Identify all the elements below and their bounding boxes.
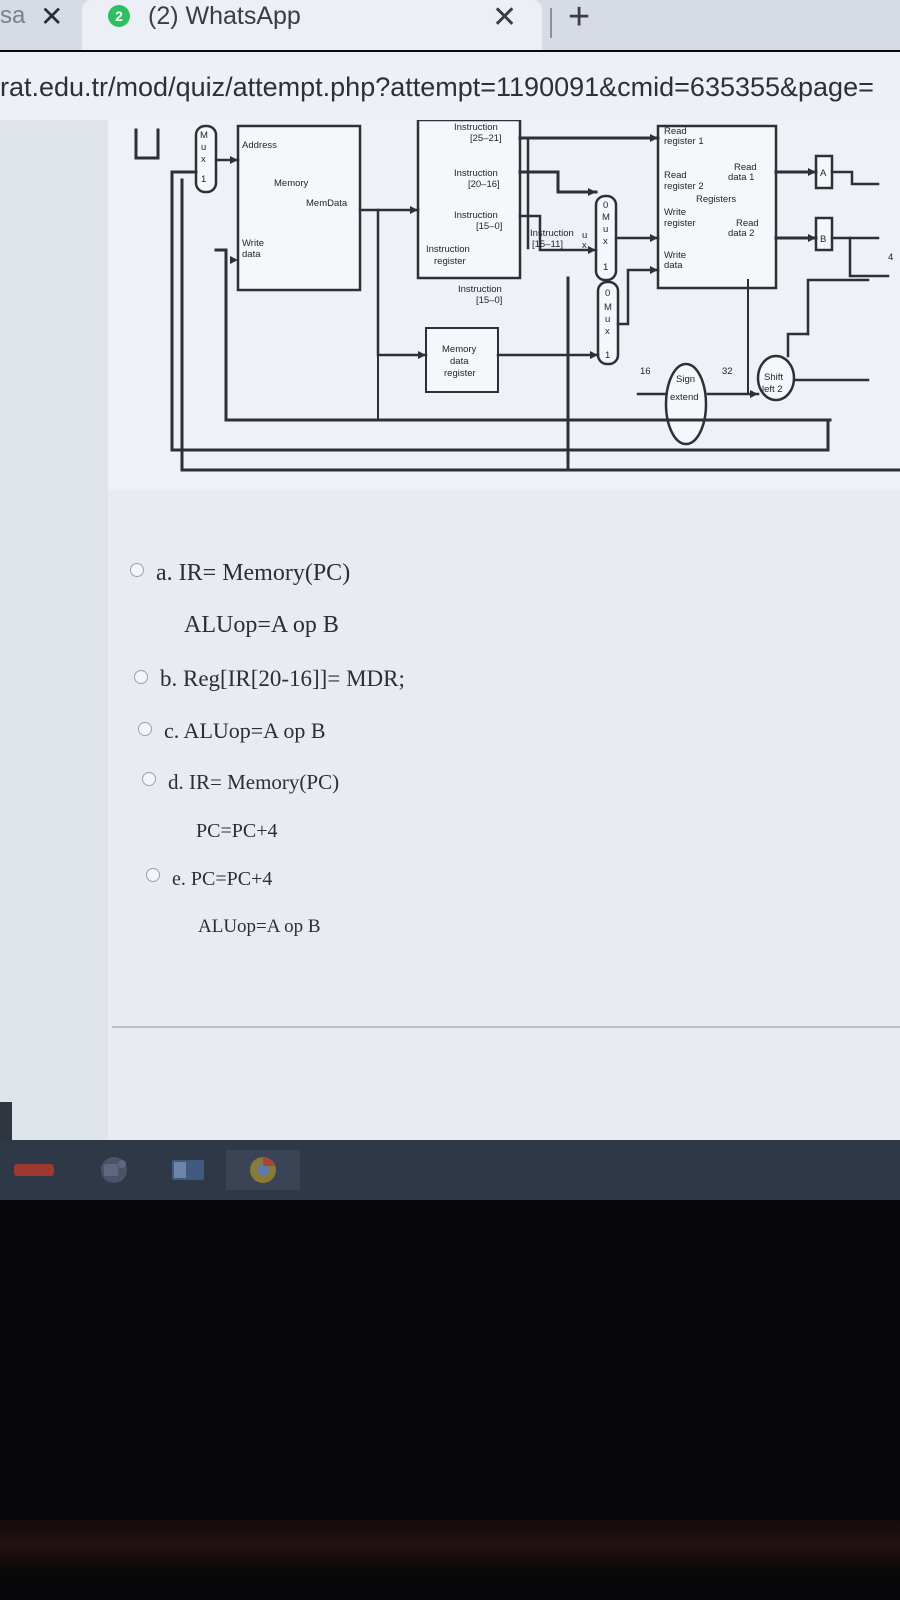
mux-mid2-x: x: [605, 326, 610, 337]
app-icon[interactable]: [12, 1150, 56, 1190]
ir-field-5b: [15–11]: [532, 239, 563, 250]
memdata-label: MemData: [306, 198, 348, 209]
option-e-line-2: ALUop=A op B: [198, 916, 321, 937]
reg-rr2b: register 2: [664, 181, 704, 192]
ir-field-2: Instruction: [454, 168, 498, 179]
ir-field-5: Instruction: [530, 228, 574, 239]
mux-reg-x: x: [582, 240, 587, 251]
datapath-diagram: M u x 1 Address Memory MemData Write dat…: [108, 120, 900, 490]
teams-icon[interactable]: [92, 1150, 136, 1190]
option-a-line-1[interactable]: a. IR= Memory(PC): [156, 560, 350, 587]
reg-rd1b: data 1: [728, 172, 754, 183]
shift-left-label-2: left 2: [762, 384, 783, 395]
reg-rd2b: data 2: [728, 228, 754, 239]
outlook-icon[interactable]: [166, 1150, 210, 1190]
option-c-line-1[interactable]: c. ALUop=A op B: [164, 718, 326, 744]
bottom-reflection: [0, 1520, 900, 1570]
ir-field-3: Instruction: [454, 210, 498, 221]
ir-field-1: Instruction: [454, 122, 498, 133]
ir-reg-label: Instruction: [426, 244, 470, 255]
radio-option-b[interactable]: [134, 670, 148, 684]
mux-mid1-1: 1: [603, 262, 608, 273]
mdr-label-3: register: [444, 368, 476, 379]
tab-close-icon[interactable]: ✕: [40, 0, 63, 33]
mux-left-label-x: x: [201, 154, 206, 165]
shift-left-label-1: Shift: [764, 372, 783, 383]
sign-extend-in: 16: [640, 366, 651, 377]
url-text[interactable]: rat.edu.tr/mod/quiz/attempt.php?attempt=…: [0, 72, 874, 103]
mux-left-label-m: M: [200, 130, 208, 141]
reg-b-label: B: [820, 234, 826, 245]
reg-wrb: register: [664, 218, 696, 229]
taskbar-edge: [0, 1102, 12, 1142]
mux-mid2-1: 1: [605, 350, 610, 361]
reg-wdb: data: [664, 260, 683, 271]
mux-left-label-1: 1: [201, 174, 206, 185]
tab-close-icon[interactable]: ✕: [492, 0, 517, 35]
option-d-line-1[interactable]: d. IR= Memory(PC): [168, 770, 339, 795]
radio-option-c[interactable]: [138, 722, 152, 736]
radio-option-a[interactable]: [130, 563, 144, 577]
sign-extend-label-2: extend: [670, 392, 699, 403]
write-data-label-2: data: [242, 249, 261, 260]
constant-four-label: 4: [888, 252, 893, 263]
mux-mid1-0: 0: [603, 200, 608, 211]
option-e-line-1[interactable]: e. PC=PC+4: [172, 868, 272, 891]
mux-left-label-u: u: [201, 142, 206, 153]
sign-extend-out: 32: [722, 366, 733, 377]
mux-mid2-m: M: [604, 302, 612, 313]
page-left-margin: [0, 120, 108, 1140]
tab-whatsapp[interactable]: 2 (2) WhatsApp ✕: [82, 0, 542, 50]
mux-mid2-0: 0: [605, 288, 610, 299]
chrome-icon[interactable]: [226, 1150, 300, 1190]
address-bar[interactable]: rat.edu.tr/mod/quiz/attempt.php?attempt=…: [0, 52, 900, 120]
reg-rr1b: register 1: [664, 136, 704, 147]
ir-reg-label-2: register: [434, 256, 466, 267]
option-a-line-2: ALUop=A op B: [184, 612, 339, 638]
new-tab-button[interactable]: +: [568, 0, 590, 39]
memory-title: Memory: [274, 178, 309, 189]
reg-wr: Write: [664, 207, 686, 218]
tab-partial-title[interactable]: sa: [0, 2, 25, 30]
option-d-line-2: PC=PC+4: [196, 820, 278, 842]
section-divider: [112, 1026, 900, 1028]
mux-mid1-m: M: [602, 212, 610, 223]
ir-field-2b: [20–16]: [468, 179, 500, 190]
write-data-label: Write: [242, 238, 264, 249]
mux-mid1-x: x: [603, 236, 608, 247]
browser-tab-strip: sa ✕ 2 (2) WhatsApp ✕ +: [0, 0, 900, 50]
mux-mid1-u: u: [603, 224, 608, 235]
registers-title: Registers: [696, 194, 736, 205]
ir-field-1b: [25–21]: [470, 133, 502, 144]
ir-field-4b: [15–0]: [476, 295, 502, 306]
radio-option-d[interactable]: [142, 772, 156, 786]
ir-field-4: Instruction: [458, 284, 502, 295]
radio-option-e[interactable]: [146, 868, 160, 882]
tab-title: (2) WhatsApp: [148, 2, 301, 30]
mdr-label-2: data: [450, 356, 469, 367]
quiz-page: M u x 1 Address Memory MemData Write dat…: [0, 120, 900, 1140]
ir-field-3b: [15–0]: [476, 221, 502, 232]
memory-address-label: Address: [242, 140, 277, 151]
flag-square: [134, 128, 160, 160]
tab-separator: [550, 8, 552, 38]
mdr-label-1: Memory: [442, 344, 477, 355]
option-b-line-1[interactable]: b. Reg[IR[20-16]]= MDR;: [160, 666, 405, 692]
mux-mid2-u: u: [605, 314, 610, 325]
sign-extend-label-1: Sign: [676, 374, 695, 385]
reg-rr2: Read: [664, 170, 687, 181]
whatsapp-badge-icon: 2: [108, 5, 130, 27]
reg-a-label: A: [820, 168, 827, 179]
